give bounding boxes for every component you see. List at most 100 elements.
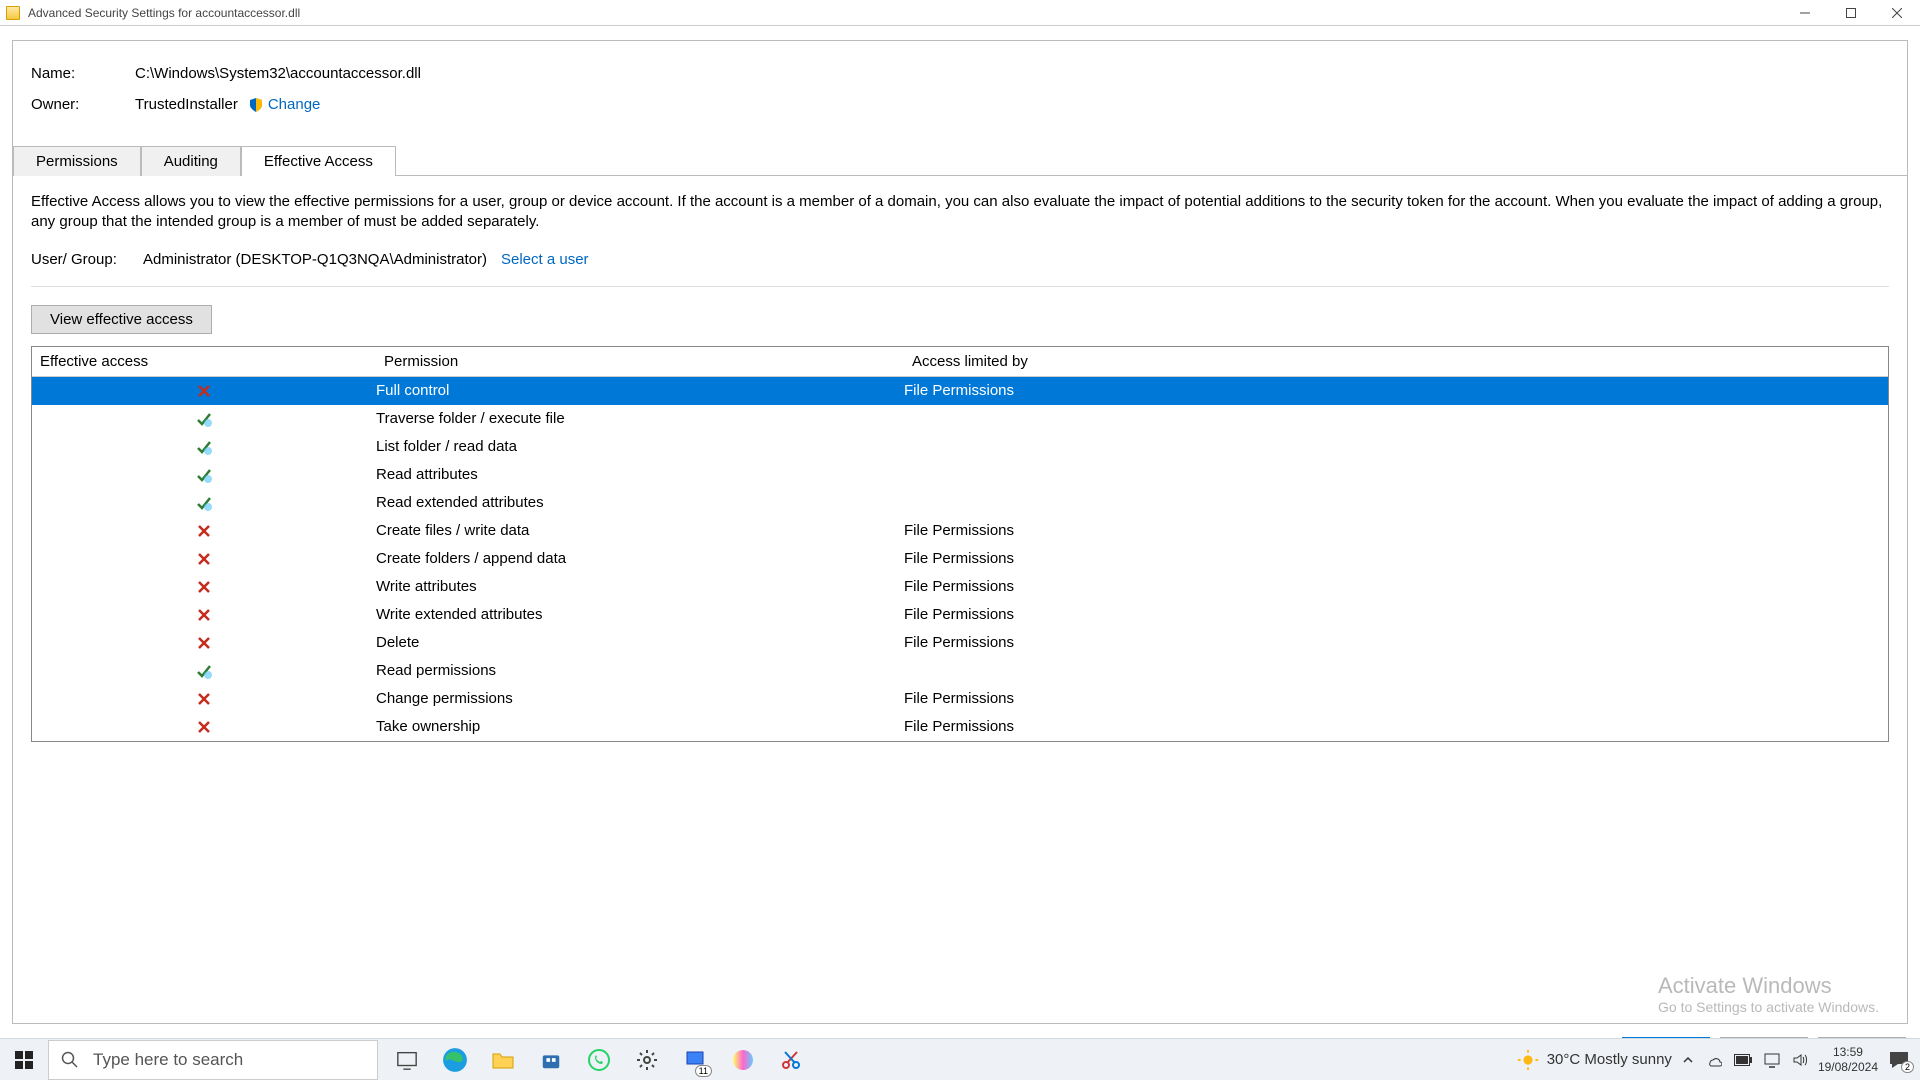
permission-cell: Create files / write data: [376, 522, 904, 539]
weather-widget[interactable]: 30°C Mostly sunny: [1517, 1049, 1672, 1071]
table-row[interactable]: Change permissionsFile Permissions: [32, 685, 1888, 713]
view-effective-access-button[interactable]: View effective access: [31, 305, 212, 334]
folder-icon: [6, 6, 20, 20]
deny-icon: [32, 608, 376, 622]
allow-icon: [32, 662, 376, 680]
permission-cell: Read permissions: [376, 662, 904, 679]
table-row[interactable]: Read attributes: [32, 461, 1888, 489]
taskbar: Type here to search 11 30°C Mostly sunny: [0, 1038, 1920, 1080]
table-row[interactable]: Full controlFile Permissions: [32, 377, 1888, 405]
search-placeholder: Type here to search: [93, 1050, 243, 1070]
deny-icon: [32, 636, 376, 650]
permission-cell: List folder / read data: [376, 438, 904, 455]
tab-auditing[interactable]: Auditing: [141, 146, 241, 176]
edge-icon[interactable]: [442, 1047, 468, 1073]
table-row[interactable]: Create files / write dataFile Permission…: [32, 517, 1888, 545]
settings-icon[interactable]: [634, 1047, 660, 1073]
permission-cell: Create folders / append data: [376, 550, 904, 567]
whatsapp-icon[interactable]: [586, 1047, 612, 1073]
search-icon: [61, 1051, 79, 1069]
microsoft-store-icon[interactable]: [538, 1047, 564, 1073]
deny-icon: [32, 524, 376, 538]
sun-icon: [1517, 1049, 1539, 1071]
activate-windows-watermark: Activate Windows Go to Settings to activ…: [1658, 973, 1879, 1015]
close-button[interactable]: [1874, 0, 1920, 26]
limited-by-cell: File Permissions: [904, 550, 1888, 567]
deny-icon: [32, 384, 376, 398]
change-owner-link[interactable]: Change: [268, 96, 321, 113]
weather-text: 30°C Mostly sunny: [1547, 1051, 1672, 1068]
window-title: Advanced Security Settings for accountac…: [28, 6, 1782, 20]
owner-label: Owner:: [31, 96, 135, 113]
permission-cell: Read extended attributes: [376, 494, 904, 511]
chevron-up-icon[interactable]: [1682, 1054, 1694, 1066]
allow-icon: [32, 438, 376, 456]
taskbar-clock[interactable]: 13:59 19/08/2024: [1818, 1045, 1878, 1074]
user-group-value: Administrator (DESKTOP-Q1Q3NQA\Administr…: [143, 251, 487, 268]
permission-cell: Write extended attributes: [376, 606, 904, 623]
table-row[interactable]: Write attributesFile Permissions: [32, 573, 1888, 601]
watermark-title: Activate Windows: [1658, 973, 1879, 999]
deny-icon: [32, 552, 376, 566]
permission-cell: Read attributes: [376, 466, 904, 483]
shield-icon: [248, 97, 264, 113]
column-access-limited-by[interactable]: Access limited by: [904, 347, 1888, 376]
user-group-label: User/ Group:: [31, 251, 129, 268]
dialog-content: Name: C:\Windows\System32\accountaccesso…: [12, 40, 1908, 1024]
allow-icon: [32, 494, 376, 512]
volume-icon[interactable]: [1792, 1052, 1808, 1068]
allow-icon: [32, 466, 376, 484]
table-row[interactable]: Take ownershipFile Permissions: [32, 713, 1888, 741]
network-icon[interactable]: [1764, 1052, 1780, 1068]
badge-11: 11: [695, 1065, 712, 1077]
table-row[interactable]: Read permissions: [32, 657, 1888, 685]
maximize-button[interactable]: [1828, 0, 1874, 26]
permission-cell: Write attributes: [376, 578, 904, 595]
table-row[interactable]: List folder / read data: [32, 433, 1888, 461]
snipping-tool-icon[interactable]: [778, 1047, 804, 1073]
tab-permissions[interactable]: Permissions: [13, 146, 141, 176]
limited-by-cell: File Permissions: [904, 382, 1888, 399]
column-permission[interactable]: Permission: [376, 347, 904, 376]
name-value: C:\Windows\System32\accountaccessor.dll: [135, 65, 421, 82]
name-label: Name:: [31, 65, 135, 82]
tab-bar: Permissions Auditing Effective Access: [13, 145, 1907, 176]
effective-access-table: Effective access Permission Access limit…: [31, 346, 1889, 742]
clock-date: 19/08/2024: [1818, 1060, 1878, 1074]
owner-value: TrustedInstaller: [135, 96, 238, 113]
minimize-button[interactable]: [1782, 0, 1828, 26]
notification-center-icon[interactable]: 2: [1888, 1049, 1910, 1071]
table-row[interactable]: Read extended attributes: [32, 489, 1888, 517]
notification-badge: 2: [1901, 1061, 1914, 1073]
permission-cell: Take ownership: [376, 718, 904, 735]
taskbar-search[interactable]: Type here to search: [48, 1040, 378, 1080]
watermark-subtitle: Go to Settings to activate Windows.: [1658, 999, 1879, 1015]
copilot-icon[interactable]: [730, 1047, 756, 1073]
table-row[interactable]: Write extended attributesFile Permission…: [32, 601, 1888, 629]
limited-by-cell: File Permissions: [904, 718, 1888, 735]
battery-icon[interactable]: [1734, 1054, 1752, 1066]
allow-icon: [32, 410, 376, 428]
window-titlebar: Advanced Security Settings for accountac…: [0, 0, 1920, 26]
table-row[interactable]: DeleteFile Permissions: [32, 629, 1888, 657]
security-icon[interactable]: 11: [682, 1047, 708, 1073]
clock-time: 13:59: [1818, 1045, 1878, 1059]
onedrive-icon[interactable]: [1706, 1052, 1722, 1068]
limited-by-cell: File Permissions: [904, 522, 1888, 539]
permission-cell: Delete: [376, 634, 904, 651]
task-view-icon[interactable]: [394, 1047, 420, 1073]
deny-icon: [32, 580, 376, 594]
table-row[interactable]: Create folders / append dataFile Permiss…: [32, 545, 1888, 573]
table-row[interactable]: Traverse folder / execute file: [32, 405, 1888, 433]
limited-by-cell: File Permissions: [904, 578, 1888, 595]
select-user-link[interactable]: Select a user: [501, 251, 589, 268]
column-effective-access[interactable]: Effective access: [32, 347, 376, 376]
start-button[interactable]: [0, 1039, 48, 1081]
limited-by-cell: File Permissions: [904, 690, 1888, 707]
tab-effective-access[interactable]: Effective Access: [241, 146, 396, 176]
system-tray[interactable]: [1682, 1052, 1808, 1068]
permission-cell: Traverse folder / execute file: [376, 410, 904, 427]
permission-cell: Change permissions: [376, 690, 904, 707]
limited-by-cell: File Permissions: [904, 634, 1888, 651]
file-explorer-icon[interactable]: [490, 1047, 516, 1073]
